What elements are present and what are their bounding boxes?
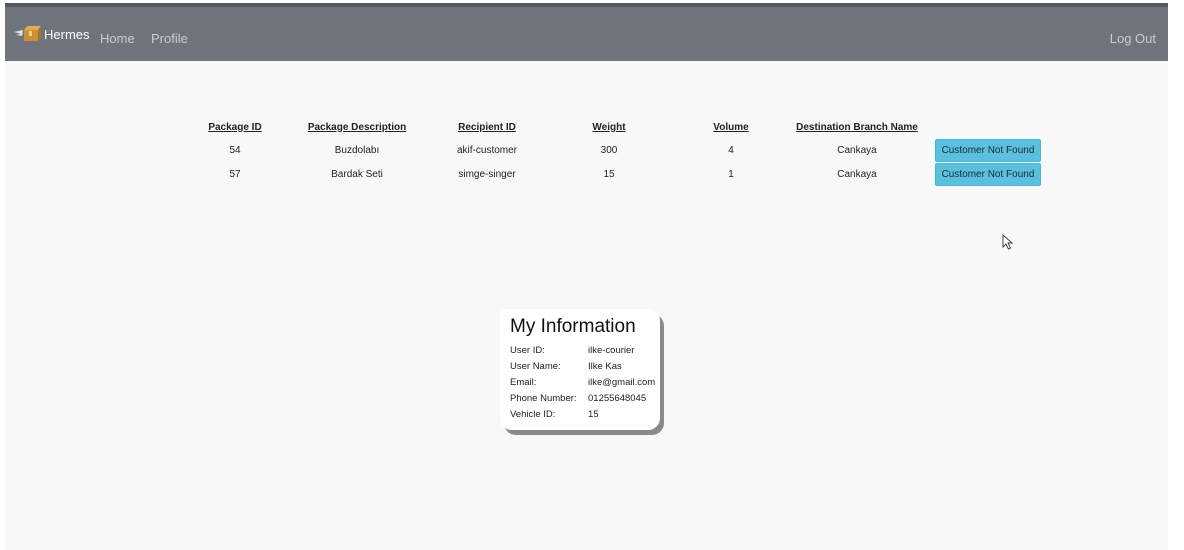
info-row-email: Email: ilke@gmail.com bbox=[510, 377, 655, 388]
cell-volume: 1 bbox=[728, 168, 734, 180]
customer-not-found-button[interactable]: Customer Not Found bbox=[934, 138, 1042, 162]
info-label: Vehicle ID: bbox=[510, 409, 556, 420]
my-information-title: My Information bbox=[510, 316, 636, 337]
cell-weight: 300 bbox=[600, 144, 618, 156]
info-value: 01255648045 bbox=[588, 393, 647, 404]
info-row-phone-number: Phone Number: 01255648045 bbox=[510, 393, 646, 404]
header-destination-branch[interactable]: Destination Branch Name bbox=[781, 116, 933, 138]
cell-recipient-id: akif-customer bbox=[456, 144, 517, 156]
info-row-user-id: User ID: ilke-courier bbox=[510, 345, 634, 356]
header-recipient-id[interactable]: Recipient ID bbox=[437, 116, 537, 138]
table-header-row: Package ID Package Description Recipient… bbox=[193, 116, 1043, 138]
header-weight[interactable]: Weight bbox=[537, 116, 681, 138]
app-frame: Hermes Home Profile Log Out Package ID P… bbox=[5, 3, 1168, 550]
info-label: User Name: bbox=[510, 361, 561, 372]
info-label: User ID: bbox=[510, 345, 545, 356]
cell-package-description: Buzdolabı bbox=[334, 144, 380, 156]
cell-volume: 4 bbox=[728, 144, 734, 156]
my-information-card: My Information User ID: ilke-courier Use… bbox=[500, 309, 660, 430]
navbar: Hermes Home Profile Log Out bbox=[5, 3, 1168, 61]
cell-action: Customer Not Found bbox=[933, 138, 1043, 162]
header-package-id[interactable]: Package ID bbox=[193, 116, 277, 138]
info-row-vehicle-id: Vehicle ID: 15 bbox=[510, 409, 599, 420]
header-action bbox=[933, 116, 1043, 138]
brand-name: Hermes bbox=[44, 26, 90, 42]
cell-action: Customer Not Found bbox=[933, 162, 1043, 186]
customer-not-found-button[interactable]: Customer Not Found bbox=[934, 162, 1042, 186]
table-row: 57 Bardak Seti simge-singer 15 1 Cankaya… bbox=[193, 162, 1043, 186]
cell-recipient-id: simge-singer bbox=[458, 168, 516, 180]
cell-package-id: 54 bbox=[229, 144, 241, 156]
cell-weight: 15 bbox=[603, 168, 615, 180]
cell-destination-branch: Cankaya bbox=[837, 168, 877, 180]
cell-destination-branch: Cankaya bbox=[837, 144, 877, 156]
info-row-user-name: User Name: Ilke Kas bbox=[510, 361, 622, 372]
brand[interactable]: Hermes bbox=[13, 23, 90, 45]
nav-home-link[interactable]: Home bbox=[100, 31, 135, 46]
info-value: 15 bbox=[588, 409, 599, 420]
mouse-pointer-icon bbox=[1002, 234, 1014, 250]
info-value: ilke@gmail.com bbox=[588, 377, 656, 388]
table-row: 54 Buzdolabı akif-customer 300 4 Cankaya… bbox=[193, 138, 1043, 162]
info-value: ilke-courier bbox=[588, 345, 635, 356]
header-volume[interactable]: Volume bbox=[681, 116, 781, 138]
nav-profile-link[interactable]: Profile bbox=[151, 31, 188, 46]
winged-box-icon bbox=[14, 26, 41, 41]
info-value: Ilke Kas bbox=[588, 361, 622, 372]
logout-link[interactable]: Log Out bbox=[1110, 31, 1156, 46]
cell-package-id: 57 bbox=[229, 168, 241, 180]
cell-package-description: Bardak Seti bbox=[331, 168, 383, 180]
info-label: Email: bbox=[510, 377, 537, 388]
packages-table: Package ID Package Description Recipient… bbox=[193, 116, 1043, 186]
info-label: Phone Number: bbox=[510, 393, 577, 404]
header-package-description[interactable]: Package Description bbox=[277, 116, 437, 138]
